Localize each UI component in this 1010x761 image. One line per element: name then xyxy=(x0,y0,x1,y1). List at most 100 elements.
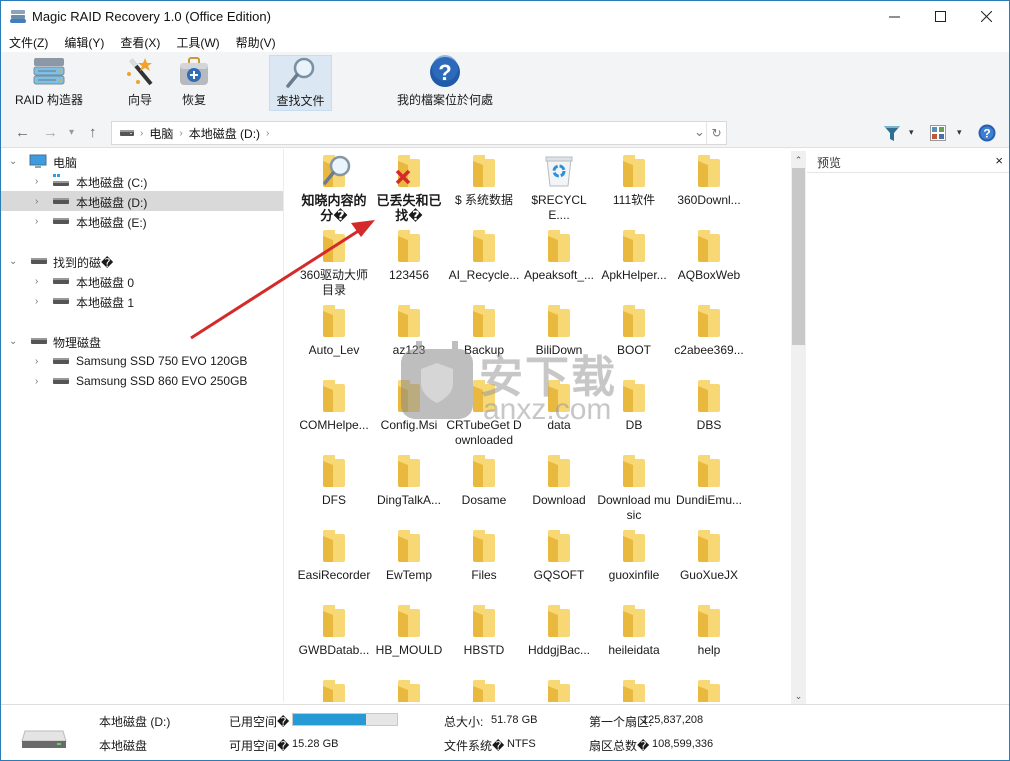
folder-item[interactable]: HB_MOULD xyxy=(371,601,447,673)
expand-arrow-icon[interactable]: › xyxy=(35,296,38,307)
folder-item[interactable] xyxy=(446,676,522,702)
history-dropdown-icon[interactable]: ▾ xyxy=(69,127,74,138)
folder-item[interactable]: GQSOFT xyxy=(521,526,597,598)
tree-node-drive-c[interactable]: › 本地磁盘 (C:) xyxy=(1,171,283,191)
folder-item[interactable]: DBS xyxy=(671,376,747,448)
folder-item[interactable]: GWBDatab... xyxy=(296,601,372,673)
folder-item[interactable]: AQBoxWeb xyxy=(671,226,747,298)
file-grid-scrollbar[interactable]: ⌃ ⌄ xyxy=(791,151,806,704)
folder-item[interactable] xyxy=(596,676,672,702)
folder-item[interactable]: 360驱动大师目录 xyxy=(296,226,372,298)
collapse-arrow-icon[interactable]: ⌄ xyxy=(9,256,17,267)
folder-item[interactable]: HBSTD xyxy=(446,601,522,673)
scroll-up-icon[interactable]: ⌃ xyxy=(791,153,806,168)
view-mode-icon[interactable] xyxy=(930,125,946,141)
folder-item[interactable]: $ 系统数据 xyxy=(446,151,522,223)
folder-item[interactable]: Files xyxy=(446,526,522,598)
menu-tools[interactable]: 工具(W) xyxy=(168,32,227,52)
folder-item[interactable]: DFS xyxy=(296,451,372,523)
folder-item[interactable]: 123456 xyxy=(371,226,447,298)
folder-item[interactable]: help xyxy=(671,601,747,673)
recover-button[interactable]: 恢复 xyxy=(173,55,215,111)
folder-item[interactable]: guoxinfile xyxy=(596,526,672,598)
expand-arrow-icon[interactable]: › xyxy=(35,176,38,187)
menu-edit[interactable]: 编辑(Y) xyxy=(56,32,112,52)
folder-item[interactable]: COMHelpe... xyxy=(296,376,372,448)
folder-item[interactable]: Apeaksoft_... xyxy=(521,226,597,298)
tree-node-found-disk-1[interactable]: › 本地磁盘 1 xyxy=(1,291,283,311)
help-icon[interactable]: ? xyxy=(978,124,996,142)
folder-item[interactable] xyxy=(671,676,747,702)
expand-arrow-icon[interactable]: › xyxy=(35,376,38,387)
folder-item[interactable]: DB xyxy=(596,376,672,448)
folder-item[interactable]: GuoXueJX xyxy=(671,526,747,598)
refresh-icon[interactable]: ↻ xyxy=(706,122,726,144)
folder-item[interactable]: c2abee369... xyxy=(671,301,747,373)
tree-node-ssd-860[interactable]: › Samsung SSD 860 EVO 250GB xyxy=(1,371,283,391)
folder-item[interactable]: Backup xyxy=(446,301,522,373)
recycle-item[interactable]: $RECYCLE.... xyxy=(521,151,597,223)
tree-node-drive-d[interactable]: › 本地磁盘 (D:) xyxy=(1,191,283,211)
folder-item[interactable]: Dosame xyxy=(446,451,522,523)
folder-item[interactable]: BOOT xyxy=(596,301,672,373)
folder-item[interactable]: HddgjBac... xyxy=(521,601,597,673)
tree-node-found-disk-0[interactable]: › 本地磁盘 0 xyxy=(1,271,283,291)
folder-item[interactable]: Download xyxy=(521,451,597,523)
address-dropdown-icon[interactable]: ⌄ xyxy=(694,124,705,140)
folder-item[interactable]: Config.Msi xyxy=(371,376,447,448)
back-icon[interactable]: ← xyxy=(15,124,30,141)
filter-icon[interactable] xyxy=(883,125,901,142)
tree-node-drive-e[interactable]: › 本地磁盘 (E:) xyxy=(1,211,283,231)
lost-item[interactable]: 已丢失和已找� xyxy=(371,151,447,223)
folder-item[interactable]: Auto_Lev xyxy=(296,301,372,373)
close-button[interactable] xyxy=(963,1,1009,31)
expand-arrow-icon[interactable]: › xyxy=(35,196,38,207)
folder-item[interactable]: ApkHelper... xyxy=(596,226,672,298)
folder-item[interactable]: 111软件 xyxy=(596,151,672,223)
scroll-down-icon[interactable]: ⌄ xyxy=(791,689,806,704)
search-item[interactable]: 知晓内容的分� xyxy=(296,151,372,223)
breadcrumb-separator[interactable]: › xyxy=(266,128,269,139)
folder-item[interactable] xyxy=(521,676,597,702)
folder-item[interactable]: data xyxy=(521,376,597,448)
menu-view[interactable]: 查看(X) xyxy=(112,32,168,52)
breadcrumb-computer[interactable]: 电脑 xyxy=(149,125,173,142)
view-dropdown-icon[interactable]: ▾ xyxy=(957,127,962,138)
scroll-thumb[interactable] xyxy=(792,168,805,345)
filter-dropdown-icon[interactable]: ▾ xyxy=(909,127,914,138)
folder-item[interactable]: BiliDown xyxy=(521,301,597,373)
folder-item[interactable]: DundiEmu... xyxy=(671,451,747,523)
find-files-button[interactable]: 查找文件 xyxy=(269,55,332,111)
raid-builder-button[interactable]: RAID 构造器 xyxy=(11,55,87,111)
tree-node-ssd-750[interactable]: › Samsung SSD 750 EVO 120GB xyxy=(1,351,283,371)
forward-icon[interactable]: → xyxy=(43,124,58,141)
folder-item[interactable]: DingTalkA... xyxy=(371,451,447,523)
minimize-button[interactable] xyxy=(871,1,917,31)
folder-item[interactable]: AI_Recycle... xyxy=(446,226,522,298)
folder-item[interactable]: EwTemp xyxy=(371,526,447,598)
expand-arrow-icon[interactable]: › xyxy=(35,356,38,367)
wizard-button[interactable]: 向导 xyxy=(119,55,161,111)
tree-node-physical-disks[interactable]: ⌄ 物理磁盘 xyxy=(1,331,283,351)
folder-item[interactable] xyxy=(296,676,372,702)
tree-node-found-disks[interactable]: ⌄ 找到的磁� xyxy=(1,251,283,271)
where-my-files-button[interactable]: ? 我的檔案位於何處 xyxy=(391,55,499,111)
folder-item[interactable]: 360Downl... xyxy=(671,151,747,223)
up-icon[interactable]: ↑ xyxy=(89,124,97,141)
menu-help[interactable]: 帮助(V) xyxy=(228,32,284,52)
maximize-button[interactable] xyxy=(917,1,963,31)
folder-item[interactable]: CRTubeGet Downloaded xyxy=(446,376,522,448)
collapse-arrow-icon[interactable]: ⌄ xyxy=(9,336,17,347)
folder-item[interactable]: az123 xyxy=(371,301,447,373)
tree-node-computer[interactable]: ⌄ 电脑 xyxy=(1,151,283,171)
address-bar[interactable]: › 电脑 › 本地磁盘 (D:) › ⌄ ↻ xyxy=(111,121,727,145)
menu-file[interactable]: 文件(Z) xyxy=(1,32,56,52)
preview-close-icon[interactable]: × xyxy=(995,153,1003,168)
expand-arrow-icon[interactable]: › xyxy=(35,276,38,287)
expand-arrow-icon[interactable]: › xyxy=(35,216,38,227)
folder-item[interactable]: Download music xyxy=(596,451,672,523)
folder-item[interactable]: heileidata xyxy=(596,601,672,673)
folder-item[interactable]: EasiRecorder xyxy=(296,526,372,598)
folder-item[interactable] xyxy=(371,676,447,702)
collapse-arrow-icon[interactable]: ⌄ xyxy=(9,156,17,167)
